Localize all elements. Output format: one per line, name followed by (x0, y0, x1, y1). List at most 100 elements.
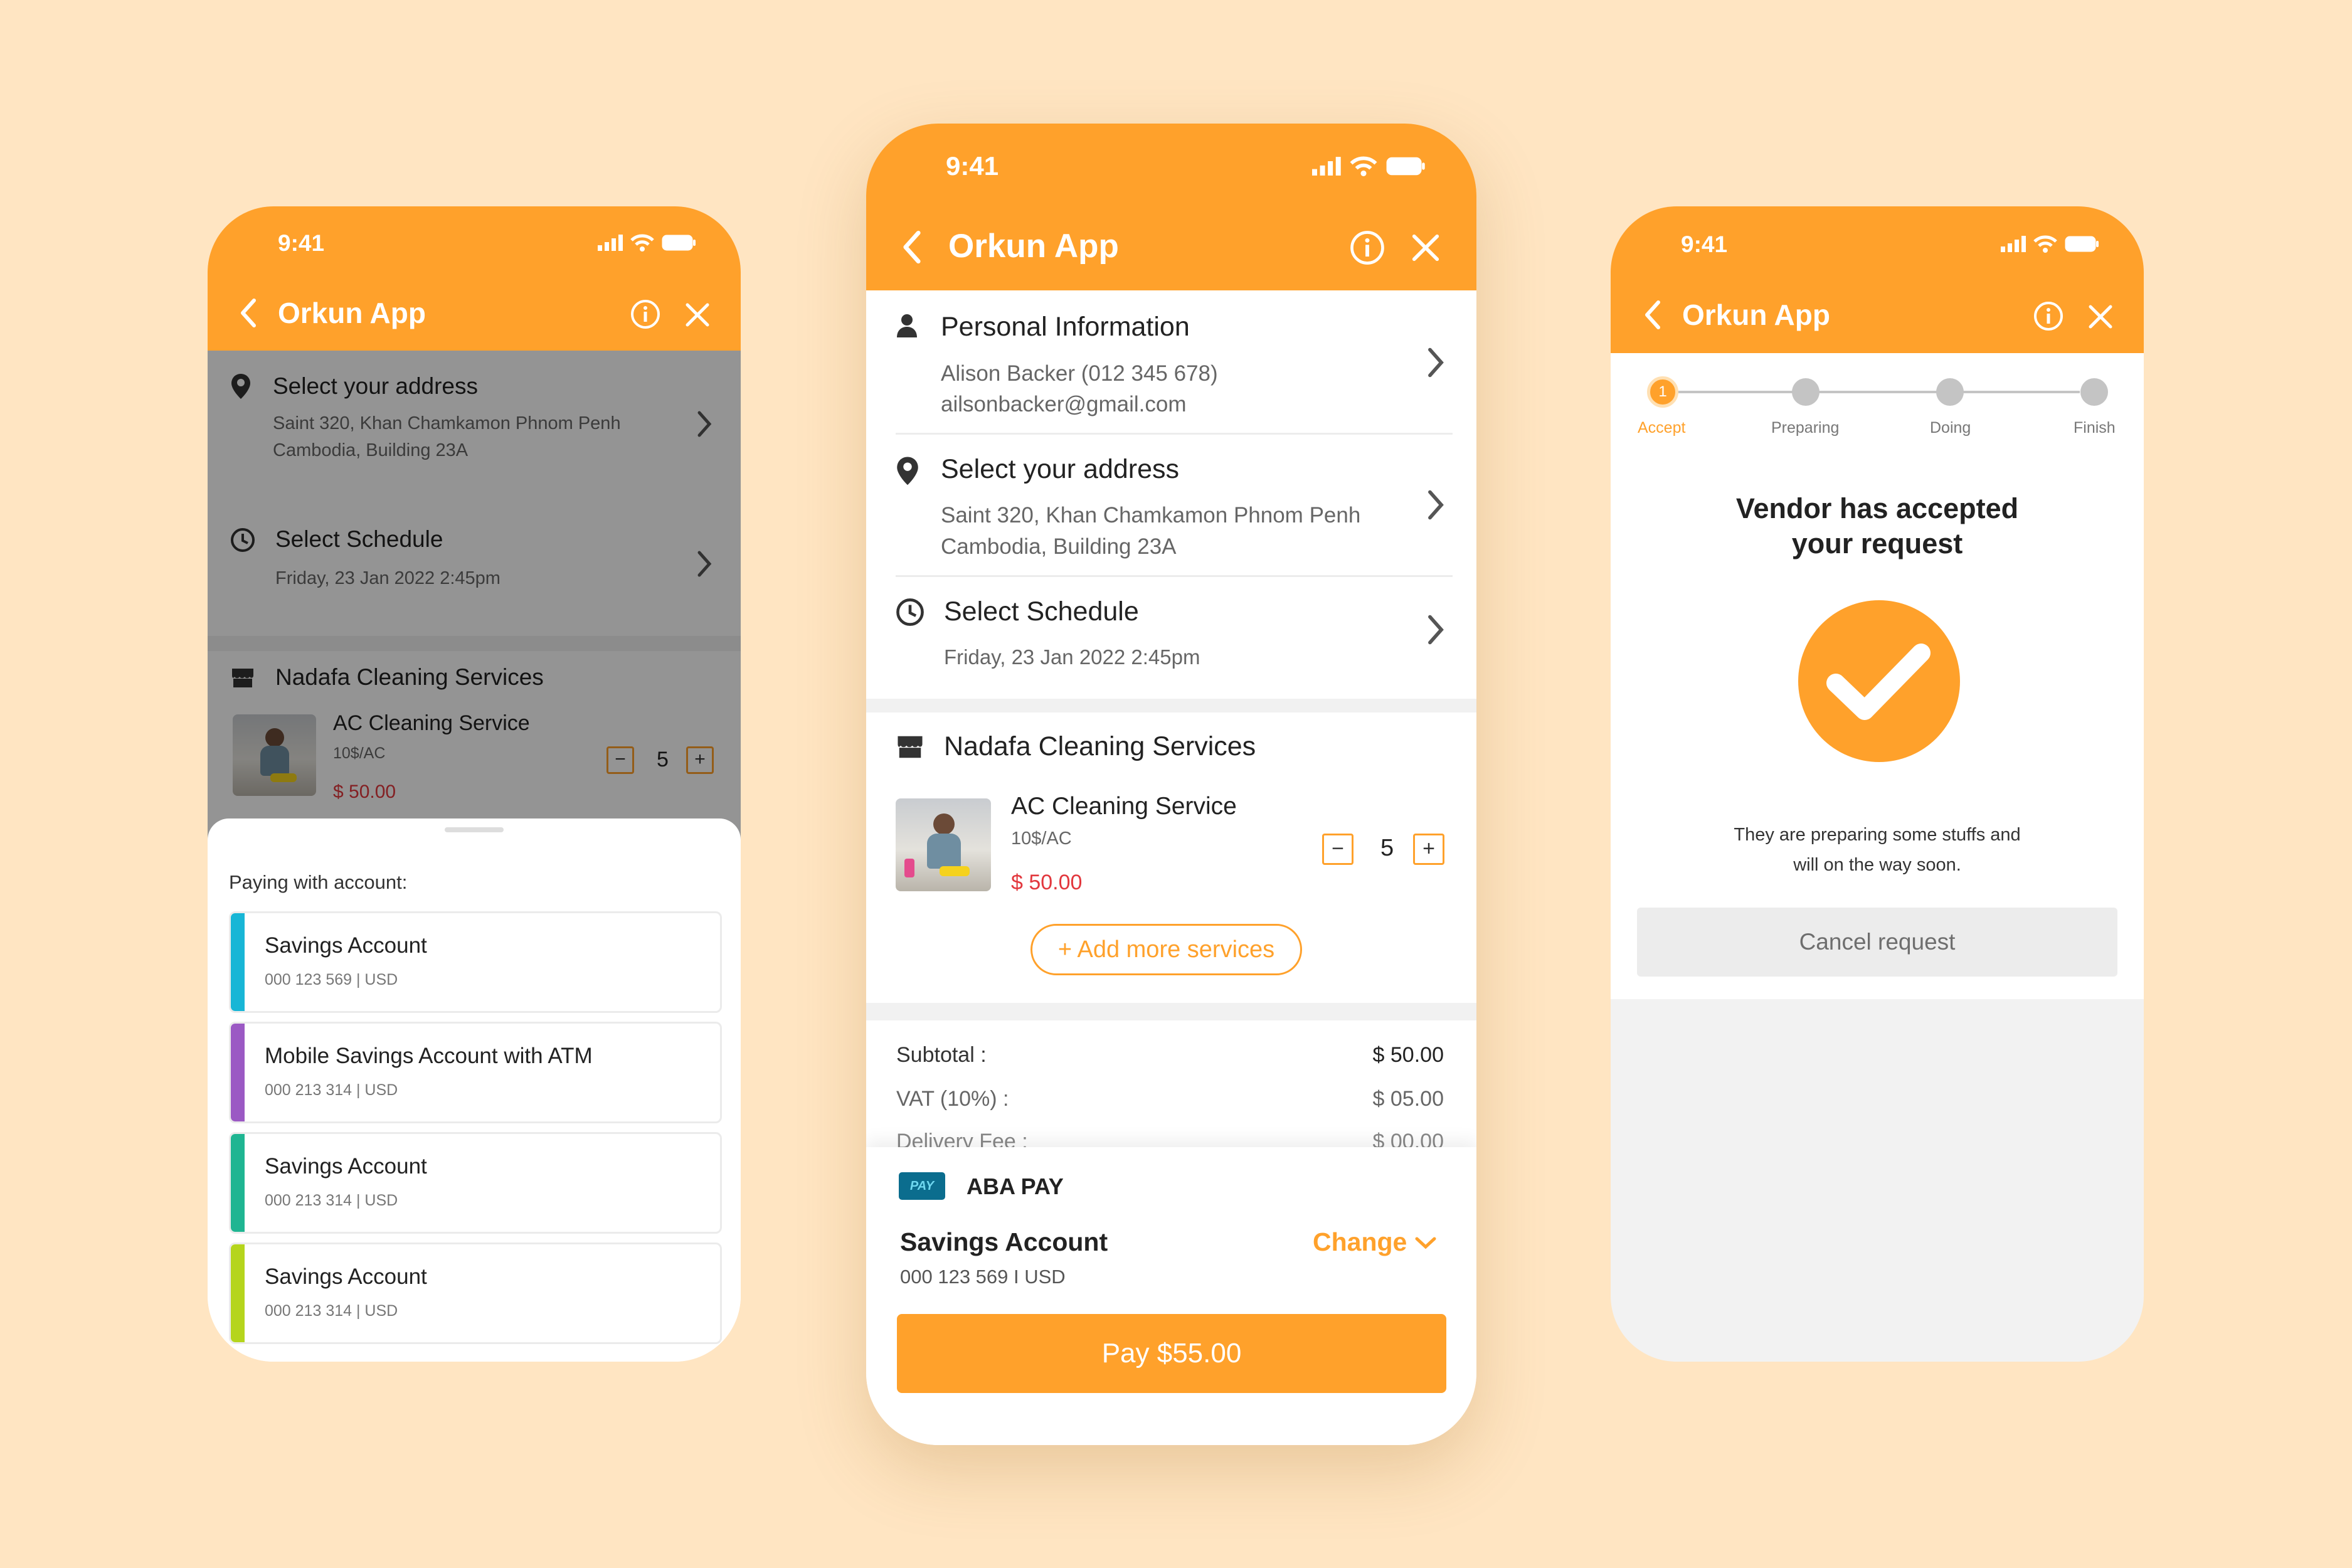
cancel-request-button[interactable]: Cancel request (1637, 908, 2117, 977)
step-label-finish: Finish (2074, 419, 2116, 437)
qty-plus-button[interactable]: + (1413, 834, 1444, 865)
step-dot-accept: 1 (1647, 376, 1678, 408)
app-header: 9:41 Orkun App (1611, 206, 2144, 353)
wifi-icon (2033, 235, 2057, 253)
account-bottom-sheet: Paying with account: Savings Account 000… (208, 818, 741, 1362)
account-name: Mobile Savings Account with ATM (265, 1044, 593, 1068)
app-title: Orkun App (278, 297, 426, 329)
info-icon[interactable] (1350, 230, 1385, 265)
account-number: 000 213 314 | USD (265, 1081, 398, 1099)
account-color-bar (231, 913, 245, 1011)
close-icon[interactable] (1411, 233, 1441, 263)
info-icon[interactable] (2033, 301, 2063, 331)
person-icon (897, 314, 917, 337)
chevron-down-icon[interactable] (1414, 1236, 1437, 1250)
app-header: 9:41 Orkun App (208, 206, 741, 351)
battery-icon (1386, 157, 1425, 176)
subtotal-value: $ 50.00 (1372, 1043, 1444, 1067)
address-title: Select your address (941, 454, 1180, 484)
account-card[interactable]: Savings Account 000 123 569 | USD (229, 911, 722, 1013)
close-icon[interactable] (684, 302, 711, 328)
status-message-line1: They are preparing some stuffs and (1734, 825, 2021, 845)
back-icon[interactable] (239, 297, 258, 329)
status-icons (1312, 156, 1426, 176)
account-card[interactable]: Savings Account 000 213 314 | USD (229, 1132, 722, 1234)
qty-minus-button[interactable]: − (1322, 834, 1353, 865)
personal-info-line2: ailsonbacker@gmail.com (941, 392, 1187, 416)
stepper-track (1663, 391, 2080, 393)
payment-panel: PAY ABA PAY Savings Account 000 123 569 … (866, 1147, 1476, 1445)
step-label-accept: Accept (1638, 419, 1686, 437)
account-name: Savings Account (265, 1264, 427, 1289)
clock-icon (896, 598, 924, 626)
signal-icon (2001, 236, 2026, 252)
battery-icon (662, 235, 696, 251)
wifi-icon (1350, 156, 1377, 176)
personal-info-line1: Alison Backer (012 345 678) (941, 361, 1218, 386)
phone-checkout: 9:41 Orkun App Personal Information Alis… (866, 124, 1476, 1445)
chevron-right-icon[interactable] (1427, 489, 1444, 521)
app-title: Orkun App (948, 228, 1119, 265)
sheet-handle[interactable] (445, 827, 504, 832)
sheet-heading: Paying with account: (229, 871, 408, 893)
vat-value: $ 05.00 (1372, 1087, 1444, 1111)
address-line2: Cambodia, Building 23A (941, 534, 1177, 559)
section-divider (866, 699, 1476, 712)
back-icon[interactable] (1643, 299, 1662, 331)
schedule-title: Select Schedule (944, 596, 1139, 627)
change-account-link[interactable]: Change (1313, 1227, 1407, 1257)
vendor-name: Nadafa Cleaning Services (944, 731, 1256, 761)
status-time: 9:41 (278, 230, 325, 256)
account-card[interactable]: Mobile Savings Account with ATM 000 213 … (229, 1022, 722, 1123)
service-name: AC Cleaning Service (1011, 793, 1237, 820)
pay-button[interactable]: Pay $55.00 (897, 1314, 1446, 1393)
add-more-services-button[interactable]: + Add more services (1030, 924, 1302, 975)
vat-label: VAT (10%) : (896, 1087, 1009, 1111)
personal-info-title: Personal Information (941, 312, 1190, 342)
payment-account-number: 000 123 569 I USD (900, 1266, 1066, 1288)
info-icon[interactable] (630, 299, 660, 329)
service-photo (896, 798, 991, 891)
step-dot-finish (2080, 378, 2108, 406)
location-pin-icon (897, 457, 918, 485)
account-number: 000 123 569 | USD (265, 971, 398, 988)
account-number: 000 213 314 | USD (265, 1192, 398, 1209)
address-line1: Saint 320, Khan Chamkamon Phnom Penh (941, 503, 1361, 527)
account-name: Savings Account (265, 933, 427, 958)
divider (896, 433, 1453, 435)
payment-account-name: Savings Account (900, 1227, 1108, 1256)
status-card: 1 Accept Preparing Doing Finish Vendor h… (1611, 353, 2144, 999)
check-circle-icon (1798, 600, 1960, 762)
status-headline-line2: your request (1791, 527, 1963, 559)
close-icon[interactable] (2087, 304, 2114, 330)
payment-provider: ABA PAY (967, 1173, 1064, 1199)
store-icon (898, 736, 923, 758)
signal-icon (598, 235, 623, 251)
account-number: 000 213 314 | USD (265, 1302, 398, 1320)
status-time: 9:41 (1681, 231, 1728, 257)
account-color-bar (231, 1134, 245, 1232)
chevron-right-icon[interactable] (1427, 614, 1444, 645)
account-name: Savings Account (265, 1154, 427, 1179)
account-color-bar (231, 1024, 245, 1121)
wifi-icon (630, 234, 654, 252)
service-unit: 10$/AC (1011, 829, 1072, 849)
status-headline-line1: Vendor has accepted (1735, 492, 2019, 524)
section-divider (866, 1003, 1476, 1020)
status-time: 9:41 (946, 151, 999, 181)
service-price: $ 50.00 (1011, 871, 1083, 894)
back-icon[interactable] (901, 229, 923, 265)
account-card[interactable]: Savings Account 000 213 314 | USD (229, 1242, 722, 1344)
phone-account-selection: 9:41 Orkun App Select your address Saint… (208, 206, 741, 1362)
status-icons (2001, 235, 2100, 253)
chevron-right-icon[interactable] (1427, 347, 1444, 378)
app-title: Orkun App (1682, 299, 1830, 331)
phone-order-status: 9:41 Orkun App 1 Accept Preparing Doing … (1611, 206, 2144, 1362)
aba-pay-logo: PAY (899, 1172, 945, 1200)
signal-icon (1312, 157, 1341, 176)
step-label-doing: Doing (1930, 419, 1971, 437)
step-dot-preparing (1792, 378, 1820, 406)
subtotal-label: Subtotal : (896, 1043, 987, 1067)
step-label-preparing: Preparing (1771, 419, 1840, 437)
account-color-bar (231, 1244, 245, 1342)
